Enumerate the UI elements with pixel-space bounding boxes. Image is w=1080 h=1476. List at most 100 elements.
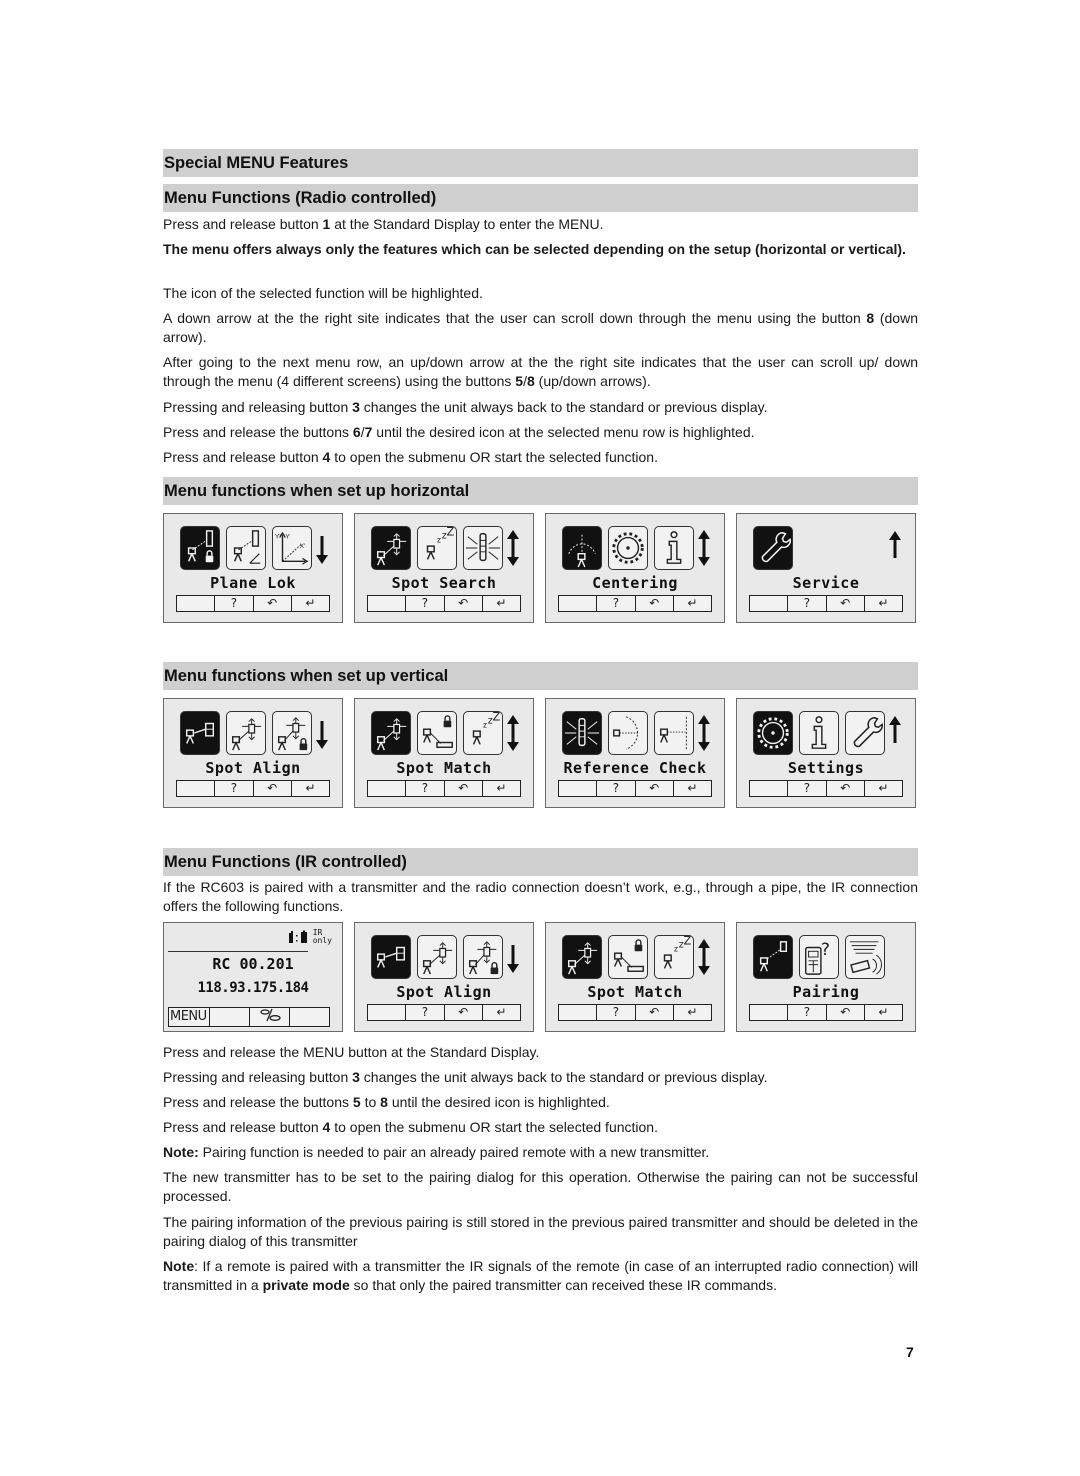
wrench-icon[interactable] [753,526,793,570]
menu-screen-label: Plane Lok [210,574,296,592]
sleep-icon[interactable]: zzZ [463,711,503,755]
spot-match-lock-icon[interactable] [417,711,457,755]
softkey-4[interactable] [289,1008,329,1026]
paragraph-down-arrow: A down arrow at the the right site indic… [163,310,918,345]
softkey-help[interactable]: ? [405,781,443,796]
spot-align-lock-icon[interactable] [463,935,503,979]
softkey-back[interactable]: ↶ [443,781,482,796]
softkey-help[interactable]: ? [214,781,252,796]
softkey-menu[interactable]: MENU [169,1008,209,1026]
info-icon[interactable] [654,526,694,570]
softkey-help[interactable]: ? [787,781,825,796]
paragraph-button-4: Press and release button 4 to open the s… [163,449,658,465]
reference-check-icon[interactable] [654,711,694,755]
spot-align-lock-icon[interactable] [272,711,312,755]
softkey-bar: ? ↶ ↵ [176,780,330,797]
spot-align-arrows-icon[interactable] [417,935,457,979]
paragraph-pairing-note: Note: Pairing function is needed to pair… [163,1144,710,1160]
pairing-ir-icon[interactable] [845,935,885,979]
softkey-blank[interactable] [559,781,596,796]
paragraph-ir-button-4: Press and release button 4 to open the s… [163,1119,658,1135]
softkey-back[interactable]: ↶ [825,596,864,611]
info-icon[interactable] [799,711,839,755]
gear-icon[interactable] [608,526,648,570]
scroll-down-arrow-icon [314,713,330,753]
scroll-up-arrow-icon [887,713,903,753]
softkey-blank[interactable] [559,1005,596,1020]
softkey-blank[interactable] [559,596,596,611]
scroll-updown-arrow-icon [696,937,712,977]
paragraph-icon-highlighted: The icon of the selected function will b… [163,285,483,301]
plane-lok-icon[interactable] [180,526,220,570]
spot-align-icon[interactable] [371,935,411,979]
softkey-help[interactable]: ? [787,1005,825,1020]
softkey-enter[interactable]: ↵ [863,1005,902,1020]
softkey-help[interactable]: ? [596,596,634,611]
softkey-help[interactable]: ? [596,781,634,796]
plane-angle-icon[interactable] [226,526,266,570]
softkey-enter[interactable]: ↵ [481,1005,520,1020]
sleep-icon[interactable]: zzZ [417,526,457,570]
softkey-help[interactable]: ? [405,596,443,611]
pairing-remote-icon[interactable]: ? [799,935,839,979]
softkey-blank[interactable] [368,596,405,611]
softkey-help[interactable]: ? [214,596,252,611]
centering-icon[interactable] [562,526,602,570]
pairing-link-icon[interactable] [753,935,793,979]
softkey-enter[interactable]: ↵ [290,781,329,796]
heading-vertical-setup: Menu functions when set up vertical [163,662,918,690]
softkey-enter[interactable]: ↵ [863,781,902,796]
softkey-blank[interactable] [750,781,787,796]
axis-icon[interactable]: Y' Y X' [272,526,312,570]
paragraph-buttons-6-7: Press and release the buttons 6/7 until … [163,424,755,440]
spot-align-arrows-icon[interactable] [226,711,266,755]
softkey-bar: ? ↶ ↵ [176,595,330,612]
gear-icon[interactable] [753,711,793,755]
reference-arc-icon[interactable] [608,711,648,755]
softkey-enter[interactable]: ↵ [672,781,711,796]
paragraph-ir-buttons-5-8: Press and release the buttons 5 to 8 unt… [163,1094,610,1110]
wrench-icon[interactable] [845,711,885,755]
softkey-enter[interactable]: ↵ [672,1005,711,1020]
softkey-blank[interactable] [750,596,787,611]
softkey-blank[interactable] [368,1005,405,1020]
paragraph-menu-button: Press and release the MENU button at the… [163,1044,540,1060]
softkey-blank[interactable] [750,1005,787,1020]
beacon-icon[interactable] [463,526,503,570]
softkey-help[interactable]: ? [787,596,825,611]
heading-special-menu-features: Special MENU Features [163,149,918,177]
spot-search-icon[interactable] [371,526,411,570]
menu-screen-centering: Centering? ↶ ↵ [545,513,725,623]
softkey-blank[interactable] [368,781,405,796]
spot-search-icon[interactable] [371,711,411,755]
spot-match-lock-icon[interactable] [608,935,648,979]
softkey-blank[interactable] [177,596,214,611]
softkey-back[interactable]: ↶ [825,1005,864,1020]
paragraph-up-down-arrow: After going to the next menu row, an up/… [163,354,918,389]
svg-text:z: z [483,720,487,729]
softkey-help[interactable]: ? [405,1005,443,1020]
spot-search-icon[interactable] [562,935,602,979]
softkey-back[interactable]: ↶ [634,1005,673,1020]
softkey-back[interactable]: ↶ [443,1005,482,1020]
softkey-2[interactable] [209,1008,249,1026]
softkey-back[interactable]: ↶ [252,596,291,611]
softkey-percent[interactable] [249,1008,289,1026]
softkey-back[interactable]: ↶ [825,781,864,796]
softkey-back[interactable]: ↶ [443,596,482,611]
heading-menu-functions-radio: Menu Functions (Radio controlled) [163,184,918,212]
beacon-icon[interactable] [562,711,602,755]
softkey-back[interactable]: ↶ [252,781,291,796]
softkey-enter[interactable]: ↵ [481,781,520,796]
softkey-enter[interactable]: ↵ [481,596,520,611]
softkey-enter[interactable]: ↵ [290,596,329,611]
spot-align-icon[interactable] [180,711,220,755]
softkey-blank[interactable] [177,781,214,796]
softkey-help[interactable]: ? [596,1005,634,1020]
menu-icon-row [371,935,503,979]
softkey-back[interactable]: ↶ [634,596,673,611]
softkey-enter[interactable]: ↵ [863,596,902,611]
sleep-icon[interactable]: zzZ [654,935,694,979]
softkey-enter[interactable]: ↵ [672,596,711,611]
softkey-back[interactable]: ↶ [634,781,673,796]
